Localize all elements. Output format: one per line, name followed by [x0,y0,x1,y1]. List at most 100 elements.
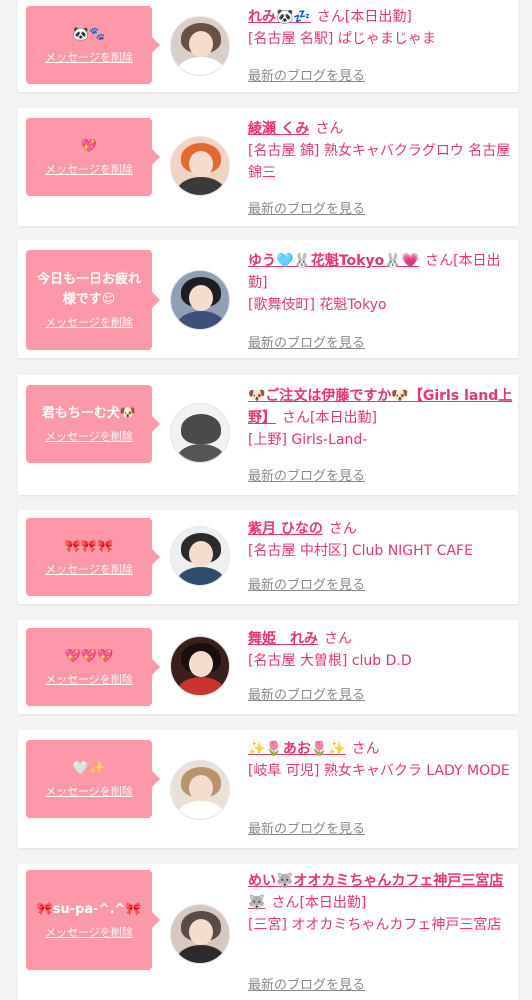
list-item: 🎀🎀🎀 メッセージを削除 紫月 ひなの さん [名古屋 中村区] Club NIG… [18,510,518,604]
avatar-body-shape [177,311,225,329]
message-text: 🤍✨ [72,761,106,776]
avatar-body-shape [177,801,225,819]
avatar-face-shape [189,775,213,801]
delete-message-link[interactable]: メッセージを削除 [45,428,133,444]
cast-name-link[interactable]: 綾瀬 くみ [248,121,309,137]
name-line: めい🐺オオカミちゃんカフェ神戸三宮店🐺 さん[本日出勤] [248,870,514,914]
delete-message-link[interactable]: メッセージを削除 [45,924,133,940]
san-label: さん [425,253,454,269]
delete-message-link[interactable]: メッセージを削除 [45,49,133,65]
shop-text: [名古屋 大曽根] club D.D [248,653,412,669]
shop-text: [名古屋 名駅] ぱじゃまじゃま [248,31,436,47]
status-text: [本日出勤] [344,9,412,25]
list-item: 💖 メッセージを削除 綾瀬 くみ さん [名古屋 錦] 熟女キャバクラグロウ 名古… [18,108,518,226]
shop-text: [名古屋 中村区] Club NIGHT CAFE [248,543,473,559]
avatar-body-shape [177,57,225,75]
cast-name-link[interactable]: 舞姫 れみ [248,631,318,647]
cast-name-link[interactable]: れみ🐼💤 [248,9,311,25]
avatar-body-shape [177,567,225,585]
latest-blog-link[interactable]: 最新のブログを見る [248,65,365,84]
list-item: 🐼🐾 メッセージを削除 れみ🐼💤 さん[本日出勤] [名古屋 名駅] ぱじゃまじゃ… [18,0,518,92]
avatar[interactable] [170,270,230,330]
cast-name-link[interactable]: 紫月 ひなの [248,521,323,537]
list-item: 🤍✨ メッセージを削除 ✨🌷あお🌷✨ さん [岐阜 可児] 熟女キャバクラ LAD… [18,730,518,848]
avatar[interactable] [170,526,230,586]
san-label: さん [282,410,310,426]
avatar-body-shape [177,677,225,695]
status-text: [本日出勤] [310,410,377,426]
san-label: さん [351,741,380,757]
latest-blog-link[interactable]: 最新のブログを見る [248,974,365,993]
message-bubble: 💖 メッセージを削除 [26,118,160,196]
message-bubble: 🎀su-pa-^.^🎀 メッセージを削除 [26,870,160,970]
message-text: 🐼🐾 [72,27,106,42]
san-label: さん [328,521,357,537]
shop-text: [三宮] オオカミちゃんカフェ神戸三宮店 [248,917,502,933]
message-text: 💖 [80,139,98,154]
cast-name-link[interactable]: ゆう🩵🐰花魁Tokyo🐰💗 [248,253,419,269]
avatar-body-shape [177,945,225,963]
avatar-face-shape [189,651,213,677]
delete-message-link[interactable]: メッセージを削除 [45,783,133,799]
name-line: 綾瀬 くみ さん [248,118,514,140]
cast-name-link[interactable]: ✨🌷あお🌷✨ [248,741,346,757]
name-line: 🐶ご注文は伊藤ですか🐶【Girls land上野】 さん[本日出勤] [248,385,514,429]
avatar-face-shape [189,541,213,567]
latest-blog-link[interactable]: 最新のブログを見る [248,332,365,351]
avatar[interactable] [170,403,230,463]
shop-text: [歌舞伎町] 花魁Tokyo [248,297,387,313]
message-text: 🎀su-pa-^.^🎀 [36,902,142,917]
avatar-face-shape [189,31,213,57]
message-bubble: 🤍✨ メッセージを削除 [26,740,160,818]
cast-info: ゆう🩵🐰花魁Tokyo🐰💗 さん[本日出勤] [歌舞伎町] 花魁Tokyo [248,250,514,316]
delete-message-link[interactable]: メッセージを削除 [45,314,133,330]
list-item: 君もちーむ犬🐶 メッセージを削除 🐶ご注文は伊藤ですか🐶【Girls land上… [18,375,518,495]
name-line: れみ🐼💤 さん[本日出勤] [248,6,514,28]
list-item: 今日も一日お疲れ様です😌 メッセージを削除 ゆう🩵🐰花魁Tokyo🐰💗 さん[本日… [18,240,518,358]
avatar-dog-body-shape [177,444,225,462]
cast-info: れみ🐼💤 さん[本日出勤] [名古屋 名駅] ぱじゃまじゃま [248,6,514,50]
delete-message-link[interactable]: メッセージを削除 [45,561,133,577]
avatar-face-shape [189,285,213,311]
delete-message-link[interactable]: メッセージを削除 [45,161,133,177]
cast-info: 🐶ご注文は伊藤ですか🐶【Girls land上野】 さん[本日出勤] [上野] G… [248,385,514,451]
latest-blog-link[interactable]: 最新のブログを見る [248,574,365,593]
avatar-face-shape [189,919,213,945]
message-text: 🎀🎀🎀 [64,539,114,554]
latest-blog-link[interactable]: 最新のブログを見る [248,465,365,484]
san-label: さん [271,895,300,911]
cast-info: 綾瀬 くみ さん [名古屋 錦] 熟女キャバクラグロウ 名古屋錦三 [248,118,514,184]
avatar[interactable] [170,636,230,696]
avatar[interactable] [170,904,230,964]
name-line: ✨🌷あお🌷✨ さん [248,738,514,760]
message-bubble: 君もちーむ犬🐶 メッセージを削除 [26,385,160,463]
avatar[interactable] [170,16,230,76]
name-line: 紫月 ひなの さん [248,518,514,540]
list-item: 💖💖💖 メッセージを削除 舞姫 れみ さん [名古屋 大曽根] club D.D … [18,620,518,714]
cast-info: ✨🌷あお🌷✨ さん [岐阜 可児] 熟女キャバクラ LADY MODE [248,738,514,782]
avatar[interactable] [170,136,230,196]
cast-info: 舞姫 れみ さん [名古屋 大曽根] club D.D [248,628,514,672]
message-bubble: 今日も一日お疲れ様です😌 メッセージを削除 [26,250,160,350]
name-line: ゆう🩵🐰花魁Tokyo🐰💗 さん[本日出勤] [248,250,514,294]
shop-text: [名古屋 錦] 熟女キャバクラグロウ 名古屋錦三 [248,143,511,181]
latest-blog-link[interactable]: 最新のブログを見る [248,818,365,837]
cast-info: 紫月 ひなの さん [名古屋 中村区] Club NIGHT CAFE [248,518,514,562]
san-label: さん [316,9,345,25]
shop-text: [上野] Girls-Land- [248,432,368,448]
avatar-face-shape [189,151,213,177]
san-label: さん [315,121,344,137]
latest-blog-link[interactable]: 最新のブログを見る [248,198,365,217]
shop-text: [岐阜 可児] 熟女キャバクラ LADY MODE [248,763,510,779]
avatar-dog-shape [181,414,221,444]
message-text: 今日も一日お疲れ様です😌 [36,272,141,307]
message-text: 💖💖💖 [64,649,114,664]
latest-blog-link[interactable]: 最新のブログを見る [248,684,365,703]
message-bubble: 🎀🎀🎀 メッセージを削除 [26,518,160,596]
avatar-body-shape [177,177,225,195]
list-item: 🎀su-pa-^.^🎀 メッセージを削除 めい🐺オオカミちゃんカフェ神戸三宮店🐺… [18,864,518,1000]
avatar[interactable] [170,760,230,820]
message-text: 君もちーむ犬🐶 [41,406,137,421]
delete-message-link[interactable]: メッセージを削除 [45,671,133,687]
message-bubble: 🐼🐾 メッセージを削除 [26,6,160,84]
